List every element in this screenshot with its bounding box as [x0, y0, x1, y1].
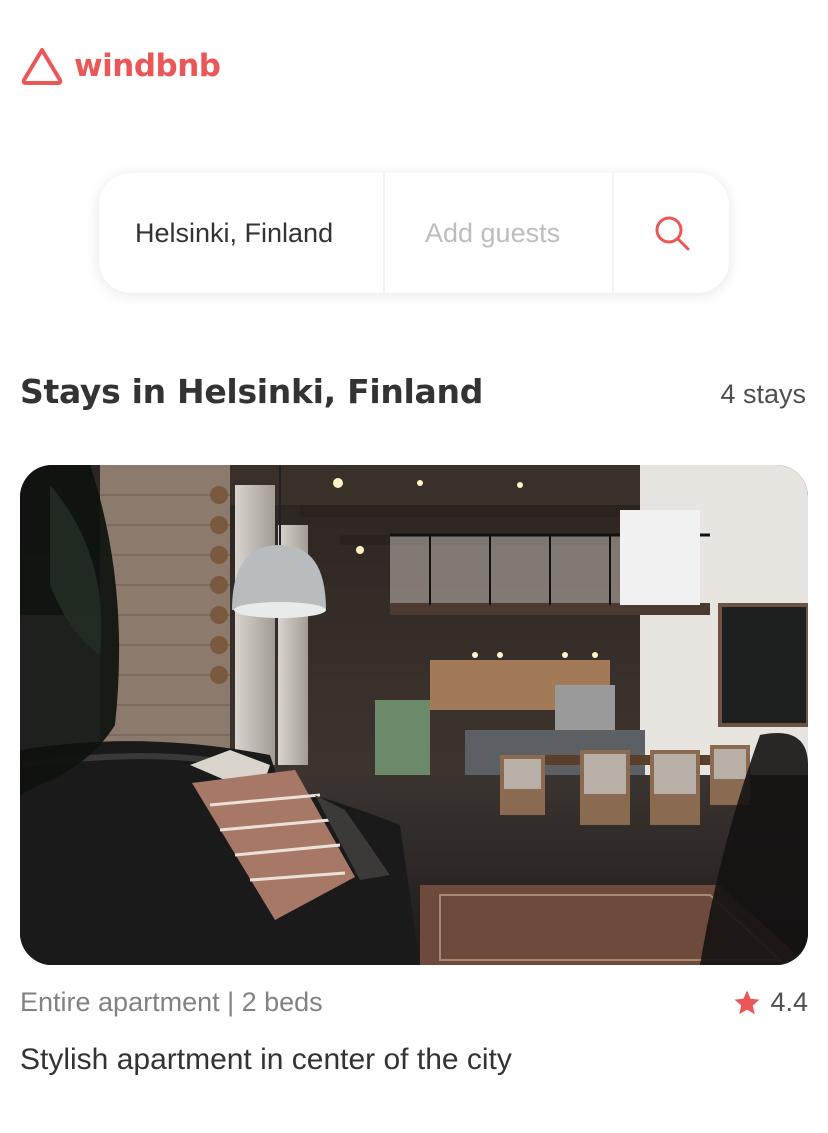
search-icon [655, 216, 689, 251]
location-value: Helsinki, Finland [135, 217, 334, 248]
guests-placeholder: Add guests [425, 217, 561, 248]
stay-type-beds: Entire apartment | 2 beds [20, 987, 323, 1017]
brand-logo[interactable]: windbnb [20, 46, 221, 86]
star-icon [734, 990, 760, 1014]
location-field[interactable]: Helsinki, Finland [99, 173, 385, 293]
results-heading: Stays in Helsinki, Finland [20, 372, 484, 411]
stay-photo[interactable] [20, 465, 808, 965]
guests-field[interactable]: Add guests [385, 173, 614, 293]
logo-triangle-icon [21, 48, 63, 85]
brand-name: windbnb [74, 48, 221, 84]
search-button[interactable] [614, 173, 729, 293]
search-bar: Helsinki, Finland Add guests [99, 173, 729, 293]
stay-title[interactable]: Stylish apartment in center of the city [20, 1043, 808, 1077]
stay-card[interactable]: Entire apartment | 2 beds 4.4 Stylish ap… [20, 465, 808, 1076]
stays-count: 4 stays [720, 379, 806, 409]
stay-rating-value: 4.4 [770, 987, 808, 1017]
stay-rating: 4.4 [732, 987, 808, 1018]
loft-apartment-photo [20, 465, 808, 965]
